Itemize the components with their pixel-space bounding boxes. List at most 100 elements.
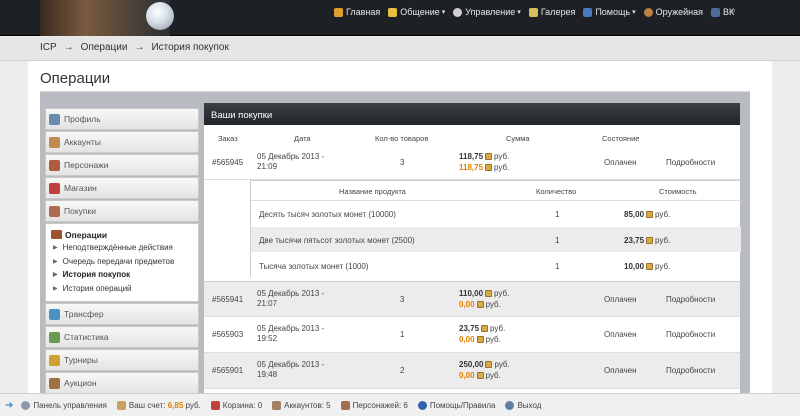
sidebar-subitem-unconfirmed[interactable]: ▶ Неподтверждённые действия xyxy=(51,241,198,255)
chevron-down-icon: ▾ xyxy=(441,9,446,16)
details-link[interactable]: Подробности xyxy=(666,366,715,375)
product-cost-value: 85,00 xyxy=(624,210,645,219)
footer-logout[interactable]: Выход xyxy=(505,400,541,410)
table-row: #565903 05 Декабрь 2013 - 19:52 1 23,75 р… xyxy=(204,317,740,353)
breadcrumb: ICP → Операции → История покупок xyxy=(40,42,229,53)
order-sum-value: 250,00 xyxy=(459,360,484,369)
nav-item-manage[interactable]: Управление ▾ xyxy=(449,1,525,23)
sidebar-item-purchases[interactable]: Покупки xyxy=(45,200,199,222)
details-link[interactable]: Подробности xyxy=(666,158,715,167)
order-bonus-value: 118,75 xyxy=(459,163,484,172)
sidebar-subitem-purchase-history[interactable]: ▶ История покупок xyxy=(51,268,198,282)
details-link[interactable]: Подробности xyxy=(666,330,715,339)
order-time: 21:07 xyxy=(257,299,278,308)
characters-icon xyxy=(49,159,60,171)
nav-item-home[interactable]: Главная xyxy=(330,1,384,23)
coin-icon xyxy=(485,164,493,171)
vk-icon xyxy=(711,7,721,17)
sidebar-item-label: Профиль xyxy=(64,114,101,124)
sidebar-item-label: Аукцион xyxy=(64,378,97,388)
nav-item-armory[interactable]: Оружейная xyxy=(640,1,707,23)
sidebar-item-shop[interactable]: Магазин xyxy=(45,177,199,199)
currency-label: руб. xyxy=(494,163,510,172)
footer-help[interactable]: Помощь/Правила xyxy=(417,400,495,410)
sidebar-item-accounts[interactable]: Аккаунты xyxy=(45,131,199,153)
currency-label: руб. xyxy=(494,152,510,161)
order-id: #565941 xyxy=(212,295,244,304)
product-cost: 10,00 руб. xyxy=(624,262,670,271)
order-time: 21:09 xyxy=(257,162,278,171)
sidebar-item-tournaments[interactable]: Турниры xyxy=(45,349,199,371)
balance-value: 6,85 xyxy=(167,400,184,410)
stats-icon xyxy=(49,331,60,343)
purchases-panel: Ваши покупки Заказ Дата Кол-во товаров С… xyxy=(204,103,741,403)
column-header: Стоимость xyxy=(659,187,697,196)
currency-label: руб. xyxy=(485,335,501,344)
product-name: Две тысячи пятьсот золотых монет (2500) xyxy=(259,236,415,245)
nav-item-gallery[interactable]: Галерея xyxy=(525,1,580,23)
order-id: #565945 xyxy=(212,158,244,167)
wallet-icon xyxy=(116,400,126,410)
product-qty: 1 xyxy=(555,210,560,219)
breadcrumb-item-icp[interactable]: ICP xyxy=(40,42,57,53)
footer-cart[interactable]: Корзина: 0 xyxy=(210,400,262,410)
order-sum: 23,75 руб. xyxy=(459,324,505,333)
logout-icon xyxy=(505,400,515,410)
search-icon[interactable]: ⌕ xyxy=(730,5,736,18)
sidebar-item-label: Трансфер xyxy=(64,309,104,319)
product-cost-value: 23,75 xyxy=(624,236,645,245)
nav-item-help[interactable]: Помощь ▾ xyxy=(579,1,639,23)
sidebar-item-characters[interactable]: Персонажи xyxy=(45,154,199,176)
coin-icon xyxy=(476,301,484,308)
table-row: #565901 05 Декабрь 2013 - 19:48 2 250,00… xyxy=(204,353,740,389)
sidebar-subitem-operation-history[interactable]: ▶ История операций xyxy=(51,282,198,296)
sidebar-subitem-transfer-queue[interactable]: ▶ Очередь передачи предметов xyxy=(51,255,198,269)
footer-label: Аккаунтов: 5 xyxy=(284,400,331,410)
order-id: #565901 xyxy=(212,366,244,375)
shop-icon xyxy=(49,182,60,194)
breadcrumb-separator: → xyxy=(63,42,74,53)
detail-row: Две тысячи пятьсот золотых монет (2500) … xyxy=(251,227,741,252)
order-sum: 250,00 руб. xyxy=(459,360,510,369)
order-time: 19:48 xyxy=(257,370,278,379)
top-header: Главная Общение ▾ Управление ▾ Галерея Пом… xyxy=(0,0,800,36)
sidebar-item-operations[interactable]: Операции xyxy=(51,228,198,241)
profile-icon xyxy=(49,113,60,125)
order-status: Оплачен xyxy=(604,295,637,304)
sidebar-item-transfer[interactable]: Трансфер xyxy=(45,303,199,325)
order-bonus-value: 0,00 xyxy=(459,371,475,380)
product-qty: 1 xyxy=(555,236,560,245)
order-detail-table: Название продукта Количество Стоимость Д… xyxy=(250,180,741,277)
order-qty: 3 xyxy=(400,158,405,167)
site-logo-orb xyxy=(146,2,174,30)
order-time: 19:52 xyxy=(257,334,278,343)
footer-accounts[interactable]: Аккаунтов: 5 xyxy=(272,400,331,410)
order-date: 05 Декабрь 2013 - xyxy=(257,289,325,298)
footer-control-panel[interactable]: Панель управления xyxy=(21,400,107,410)
sidebar-item-auction[interactable]: Аукцион xyxy=(45,372,199,394)
chevron-down-icon: ▾ xyxy=(632,9,636,16)
sidebar-item-label: Статистика xyxy=(64,332,109,342)
sidebar-item-stats[interactable]: Статистика xyxy=(45,326,199,348)
currency-label: руб. xyxy=(655,262,671,271)
order-qty: 3 xyxy=(400,295,405,304)
sidebar-item-profile[interactable]: Профиль xyxy=(45,108,199,130)
bullet-icon: ▶ xyxy=(53,272,58,279)
order-date: 05 Декабрь 2013 - xyxy=(257,360,325,369)
breadcrumb-item-current: История покупок xyxy=(151,42,229,53)
order-sum-value: 118,75 xyxy=(459,152,484,161)
product-cost: 23,75 руб. xyxy=(624,236,670,245)
arrow-icon[interactable]: ➜ xyxy=(5,400,13,411)
currency-label: руб. xyxy=(485,371,501,380)
footer-balance[interactable]: Ваш счет: 6,85 руб. xyxy=(116,400,201,410)
breadcrumb-item-operations[interactable]: Операции xyxy=(81,42,128,53)
breadcrumb-bar: ICP → Операции → История покупок xyxy=(0,37,800,61)
details-link[interactable]: Подробности xyxy=(666,295,715,304)
nav-item-chat[interactable]: Общение ▾ xyxy=(384,1,449,23)
coin-icon xyxy=(646,237,654,244)
order-sum-value: 23,75 xyxy=(459,324,480,333)
gear-icon xyxy=(453,7,463,17)
sidebar-item-label: Аккаунты xyxy=(64,137,101,147)
chevron-down-icon: ▾ xyxy=(517,9,521,16)
footer-characters[interactable]: Персонажей: 6 xyxy=(340,400,408,410)
